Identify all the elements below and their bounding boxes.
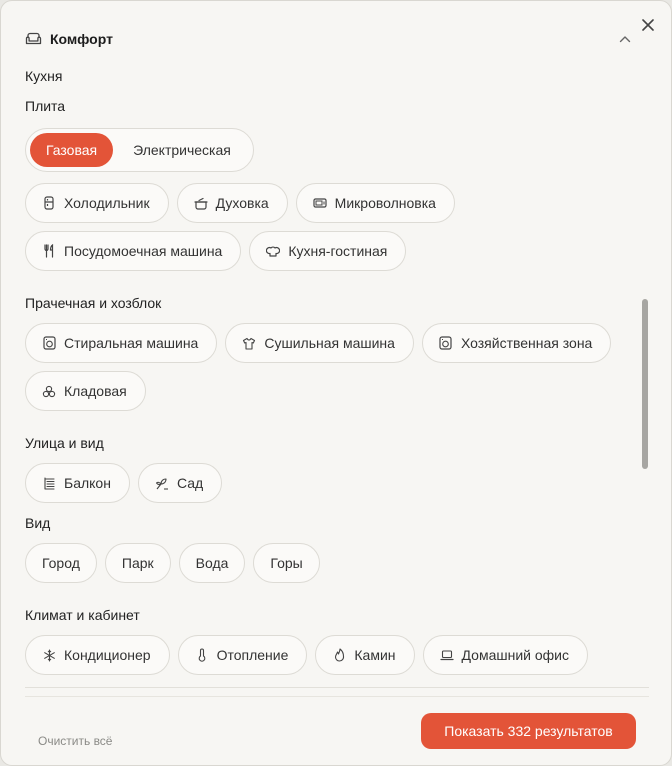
chip-microwave[interactable]: Микроволновка bbox=[295, 183, 455, 223]
chef-hat-icon bbox=[266, 244, 281, 258]
chevron-up-icon bbox=[619, 36, 631, 43]
view-chips-row: Город Парк Вода Горы bbox=[25, 543, 320, 583]
chip-mountains[interactable]: Горы bbox=[253, 543, 320, 583]
snowflake-icon bbox=[42, 648, 56, 662]
stove-toggle: Газовая Электрическая bbox=[25, 128, 254, 172]
outdoor-chips-row: Балкон Сад bbox=[25, 463, 223, 503]
clear-all-button[interactable]: Очистить всё bbox=[38, 734, 112, 748]
chip-dryer[interactable]: Сушильная машина bbox=[225, 323, 414, 363]
laundry-chips-row-1: Стиральная машина Сушильная машина Хозяй… bbox=[25, 323, 612, 363]
pot-icon bbox=[193, 196, 208, 210]
chip-water[interactable]: Вода bbox=[178, 543, 246, 583]
flame-icon bbox=[332, 648, 346, 662]
chip-utility-area[interactable]: Хозяйственная зона bbox=[421, 323, 612, 363]
washing-machine-icon bbox=[42, 336, 56, 350]
filter-content[interactable]: Кухня Плита Газовая Электрическая Холоди… bbox=[1, 61, 641, 686]
section-header[interactable]: Комфорт bbox=[25, 27, 635, 51]
thermometer-icon bbox=[195, 648, 209, 662]
collapse-button[interactable] bbox=[615, 29, 635, 49]
kitchen-title: Кухня bbox=[25, 68, 63, 84]
shirt-icon bbox=[242, 336, 256, 350]
outdoor-title: Улица и вид bbox=[25, 435, 104, 451]
chip-air-conditioner[interactable]: Кондиционер bbox=[25, 635, 170, 675]
chip-dishwasher[interactable]: Посудомоечная машина bbox=[25, 231, 242, 271]
view-title: Вид bbox=[25, 515, 51, 531]
laundry-title: Прачечная и хозблок bbox=[25, 295, 162, 311]
show-results-button[interactable]: Показать 332 результатов bbox=[421, 713, 636, 749]
footer-divider bbox=[25, 696, 649, 697]
chip-fireplace[interactable]: Камин bbox=[315, 635, 415, 675]
fridge-icon bbox=[42, 196, 56, 210]
laptop-icon bbox=[439, 648, 454, 662]
plant-icon bbox=[155, 476, 169, 490]
microwave-icon bbox=[313, 196, 327, 210]
chip-heating[interactable]: Отопление bbox=[177, 635, 308, 675]
chip-oven[interactable]: Духовка bbox=[176, 183, 288, 223]
filter-panel: Комфорт Кухня Плита Газовая Электрическа… bbox=[0, 0, 672, 766]
climate-title: Климат и кабинет bbox=[25, 607, 140, 623]
section-title: Комфорт bbox=[50, 31, 113, 47]
stove-title: Плита bbox=[25, 98, 66, 114]
kitchen-chips-row-2: Посудомоечная машина Кухня-гостиная bbox=[25, 231, 407, 271]
content-divider bbox=[25, 687, 649, 688]
washing-machine-icon bbox=[439, 336, 453, 350]
chip-kitchen-living[interactable]: Кухня-гостиная bbox=[249, 231, 407, 271]
scrollbar-thumb[interactable] bbox=[642, 299, 648, 469]
climate-chips-row: Кондиционер Отопление Камин Домашний офи… bbox=[25, 635, 588, 675]
chip-balcony[interactable]: Балкон bbox=[25, 463, 130, 503]
close-button[interactable] bbox=[638, 15, 658, 35]
chip-washing-machine[interactable]: Стиральная машина bbox=[25, 323, 218, 363]
chip-city[interactable]: Город bbox=[25, 543, 97, 583]
chip-home-office[interactable]: Домашний офис bbox=[422, 635, 588, 675]
close-icon bbox=[642, 19, 654, 31]
balcony-icon bbox=[42, 476, 56, 490]
stove-option-electric[interactable]: Электрическая bbox=[117, 133, 249, 167]
chip-garden[interactable]: Сад bbox=[137, 463, 223, 503]
laundry-chips-row-2: Кладовая bbox=[25, 371, 146, 411]
chip-park[interactable]: Парк bbox=[104, 543, 171, 583]
kitchen-chips-row-1: Холодильник Духовка Микроволновка bbox=[25, 183, 455, 223]
utensils-icon bbox=[42, 244, 56, 258]
stove-option-gas[interactable]: Газовая bbox=[30, 133, 114, 167]
chip-storage[interactable]: Кладовая bbox=[25, 371, 146, 411]
chip-fridge[interactable]: Холодильник bbox=[25, 183, 169, 223]
boxes-icon bbox=[42, 384, 56, 398]
sofa-icon bbox=[25, 32, 42, 45]
